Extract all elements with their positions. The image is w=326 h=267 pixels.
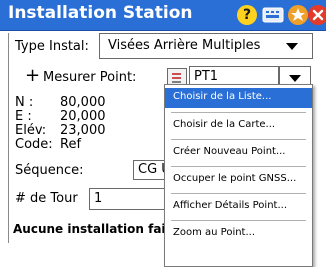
chevron-down-icon [289, 75, 301, 82]
status-text: Aucune installation faite [13, 222, 180, 236]
measure-point-label: Mesurer Point: [43, 70, 137, 85]
tour-value: 1 [94, 191, 103, 206]
elevation-value: 23,000 [60, 123, 106, 138]
menu-separator [171, 166, 306, 167]
menu-item-choose-list[interactable]: Choisir de la Liste... [165, 88, 312, 108]
east-value: 20,000 [60, 109, 106, 124]
menu-separator [171, 139, 306, 140]
menu-item-create-point[interactable]: Créer Nouveau Point... [165, 143, 312, 163]
sequence-label: Séquence: [15, 163, 84, 178]
north-value: 80,000 [60, 95, 106, 110]
menu-item-label: Zoom au Point... [173, 227, 256, 238]
code-label: Code: [15, 137, 53, 152]
menu-item-label: Occuper le point GNSS... [173, 173, 297, 184]
point-input-value: PT1 [194, 69, 219, 84]
menu-item-label: Afficher Détails Point... [173, 200, 287, 211]
menu-item-choose-map[interactable]: Choisir de la Carte... [165, 116, 312, 136]
menu-item-label: Créer Nouveau Point... [173, 146, 286, 157]
menu-separator [171, 112, 306, 113]
title-bar: Installation Station ? [0, 0, 326, 31]
type-instal-value: Visées Arrière Multiples [108, 38, 261, 53]
menu-item-zoom-point[interactable]: Zoom au Point... [165, 224, 312, 244]
menu-item-show-details[interactable]: Afficher Détails Point... [165, 197, 312, 217]
tour-input[interactable]: 1 [89, 188, 171, 210]
close-icon[interactable] [308, 5, 326, 25]
elevation-label: Elév: [15, 123, 47, 138]
code-value: Ref [60, 137, 82, 152]
north-label: N : [15, 95, 34, 110]
type-instal-dropdown[interactable]: Visées Arrière Multiples [99, 33, 313, 59]
menu-item-label: Choisir de la Carte... [173, 119, 276, 130]
star-icon[interactable] [288, 5, 308, 25]
east-label: E : [15, 109, 32, 124]
menu-separator [171, 193, 306, 194]
add-icon[interactable]: + [25, 65, 40, 86]
help-icon[interactable]: ? [237, 5, 257, 25]
type-instal-label: Type Instal: [15, 39, 89, 54]
menu-item-label: Choisir de la Liste... [173, 91, 272, 102]
window-title: Installation Station [8, 3, 193, 23]
menu-separator [171, 220, 306, 221]
keyboard-icon[interactable] [262, 5, 284, 25]
point-context-menu: Choisir de la Liste... Choisir de la Car… [164, 84, 313, 267]
tour-label: # de Tour [15, 191, 78, 206]
menu-item-occupy-gnss[interactable]: Occuper le point GNSS... [165, 170, 312, 190]
chevron-down-icon [286, 43, 298, 50]
